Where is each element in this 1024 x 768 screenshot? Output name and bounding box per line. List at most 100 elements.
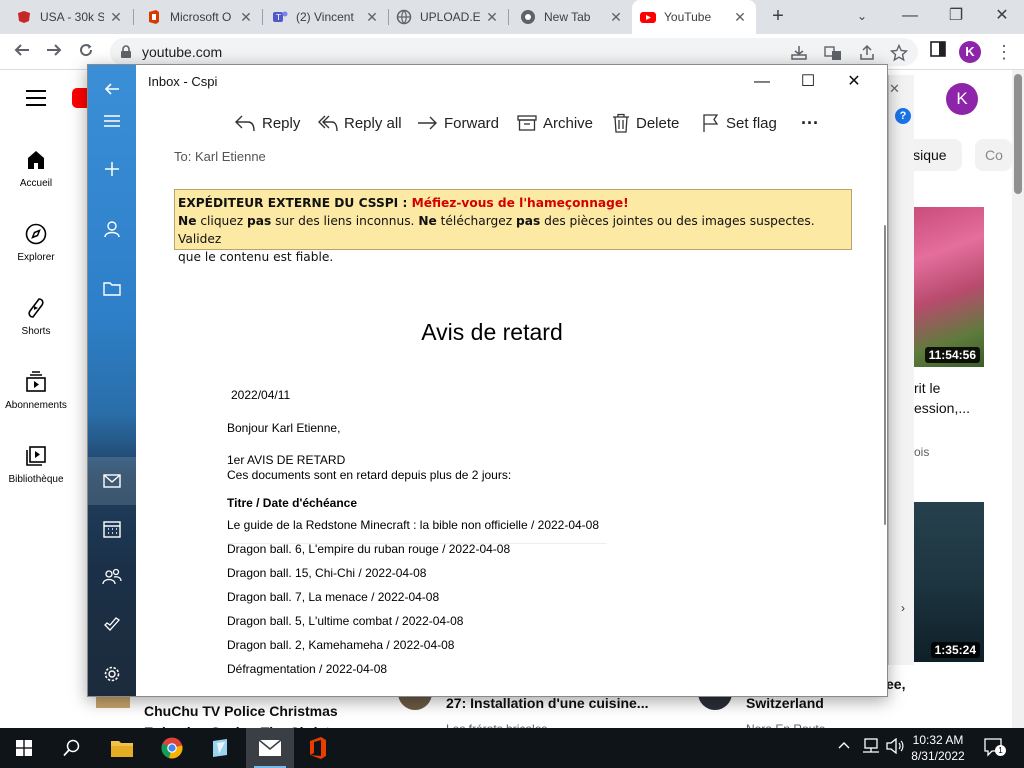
back-button[interactable] [10, 40, 34, 64]
start-button[interactable] [0, 728, 48, 768]
file-explorer-button[interactable] [98, 728, 146, 768]
yt-nav-explore[interactable]: Explorer [0, 222, 72, 263]
maximize-button[interactable]: ☐ [796, 70, 820, 94]
video-title[interactable]: ChuChu TV Police Christmas [144, 703, 338, 719]
restore-button[interactable]: ❐ [944, 4, 968, 28]
menu-icon[interactable] [88, 97, 136, 145]
minimize-button[interactable]: — [750, 70, 774, 94]
video-title-fragment[interactable]: rit le [914, 380, 994, 396]
youtube-account-avatar[interactable]: K [946, 83, 978, 115]
youtube-favicon [640, 12, 656, 23]
tab-usa[interactable]: USA - 30k S ✕ [8, 0, 132, 34]
more-actions-button[interactable]: ··· [801, 111, 819, 135]
close-icon[interactable]: ✕ [238, 9, 254, 26]
video-thumbnail[interactable]: 1:35:24 [908, 502, 984, 662]
calendar-icon[interactable] [88, 505, 136, 553]
subscriptions-icon [26, 371, 46, 392]
reload-button[interactable] [74, 40, 98, 64]
close-window-button[interactable]: ✕ [990, 4, 1014, 28]
side-panel-icon[interactable] [929, 40, 947, 58]
set-flag-button[interactable]: Set flag [702, 111, 777, 135]
overdue-item: Dragon ball. 7, La menace / 2022-04-08 [227, 590, 440, 604]
mail-scrollbar[interactable] [884, 225, 886, 525]
tab-search-icon[interactable]: ⌄ [850, 4, 874, 28]
video-title[interactable]: ee, [886, 676, 905, 692]
video-meta: ois [914, 445, 930, 459]
forward-icon [418, 116, 437, 130]
people-icon[interactable] [88, 553, 136, 601]
help-icon[interactable]: ? [895, 108, 911, 124]
profile-avatar[interactable]: K [959, 41, 981, 63]
mail-icon[interactable] [88, 457, 136, 505]
recipient-name[interactable]: Karl Etienne [195, 149, 266, 164]
folder-icon [111, 741, 133, 757]
video-title-fragment[interactable]: ession,... [914, 400, 994, 416]
todo-icon[interactable] [88, 601, 136, 649]
youtube-menu-icon[interactable] [26, 90, 46, 111]
folder-icon[interactable] [88, 265, 136, 313]
globe-favicon [396, 9, 412, 25]
new-tab-button[interactable]: + [766, 5, 790, 29]
clock[interactable]: 10:32 AM 8/31/2022 [908, 732, 968, 764]
forward-button[interactable]: Forward [416, 111, 499, 135]
scrollbar-thumb[interactable] [1014, 74, 1022, 194]
office-icon [310, 737, 326, 759]
video-title[interactable]: 27: Installation d'une cuisine... [446, 695, 648, 711]
close-button[interactable]: ✕ [842, 70, 866, 94]
tab-youtube[interactable]: YouTube ✕ [632, 0, 756, 34]
chrome-menu-button[interactable]: ⋮ [992, 40, 1016, 64]
close-icon[interactable]: ✕ [732, 9, 748, 26]
notes-taskbar-button[interactable] [196, 728, 244, 768]
flag-icon [703, 114, 719, 132]
share-icon[interactable] [858, 44, 876, 62]
action-center-button[interactable]: 1 [983, 737, 1006, 760]
network-icon[interactable] [862, 738, 880, 757]
yt-nav-shorts[interactable]: Shorts [0, 296, 72, 337]
tab-upload[interactable]: UPLOAD.El ✕ [388, 0, 508, 34]
tab-teams[interactable]: T (2) Vincent ✕ [264, 0, 388, 34]
account-icon[interactable] [88, 205, 136, 253]
notice-heading: 1er AVIS DE RETARD [227, 453, 346, 467]
search-button[interactable] [48, 728, 96, 768]
overdue-item: Dragon ball. 5, L'ultime combat / 2022-0… [227, 614, 464, 628]
delete-button[interactable]: Delete [612, 111, 679, 135]
page-scrollbar[interactable] [1012, 70, 1024, 730]
tab-microsoft[interactable]: Microsoft O ✕ [138, 0, 262, 34]
tab-new-tab[interactable]: New Tab ✕ [512, 0, 632, 34]
volume-icon[interactable] [886, 737, 904, 757]
notice-title: Avis de retard [421, 319, 563, 345]
forward-button[interactable] [42, 40, 66, 64]
yt-nav-library[interactable]: Bibliothèque [0, 444, 72, 485]
install-icon[interactable] [790, 44, 808, 62]
archive-button[interactable]: Archive [517, 111, 593, 135]
yt-nav-home[interactable]: Accueil [0, 148, 72, 189]
settings-icon[interactable] [88, 650, 136, 696]
video-duration: 11:54:56 [924, 347, 980, 363]
translate-icon[interactable] [824, 44, 842, 62]
video-thumbnail[interactable]: 11:54:56 [908, 207, 984, 367]
lock-icon [121, 45, 131, 58]
new-mail-icon[interactable] [88, 145, 136, 193]
close-icon[interactable]: ✕ [108, 9, 124, 26]
reply-all-button[interactable]: Reply all [316, 111, 402, 135]
address-bar[interactable]: youtube.com [110, 38, 918, 66]
usa-favicon [18, 11, 30, 23]
close-icon[interactable]: ✕ [364, 9, 380, 26]
close-icon[interactable]: ✕ [608, 9, 624, 26]
bookmark-star-icon[interactable] [890, 44, 908, 62]
show-hidden-icons[interactable] [838, 738, 850, 752]
reply-button[interactable]: Reply [234, 111, 300, 135]
yt-nav-subscriptions[interactable]: Abonnements [0, 370, 72, 411]
video-title[interactable]: Switzerland [746, 695, 824, 711]
minimize-button[interactable]: — [898, 4, 922, 28]
filter-chip[interactable]: Co [975, 139, 1012, 171]
chrome-taskbar-button[interactable] [148, 728, 196, 768]
reply-icon [235, 115, 255, 132]
close-icon[interactable]: ✕ [484, 9, 500, 26]
mail-icon [258, 739, 282, 756]
close-icon[interactable]: ✕ [889, 81, 900, 97]
scroll-right-icon[interactable]: › [901, 601, 905, 615]
office-taskbar-button[interactable] [294, 728, 342, 768]
mail-taskbar-button[interactable] [246, 728, 294, 768]
background-dialog: ✕ ? › [888, 75, 914, 665]
